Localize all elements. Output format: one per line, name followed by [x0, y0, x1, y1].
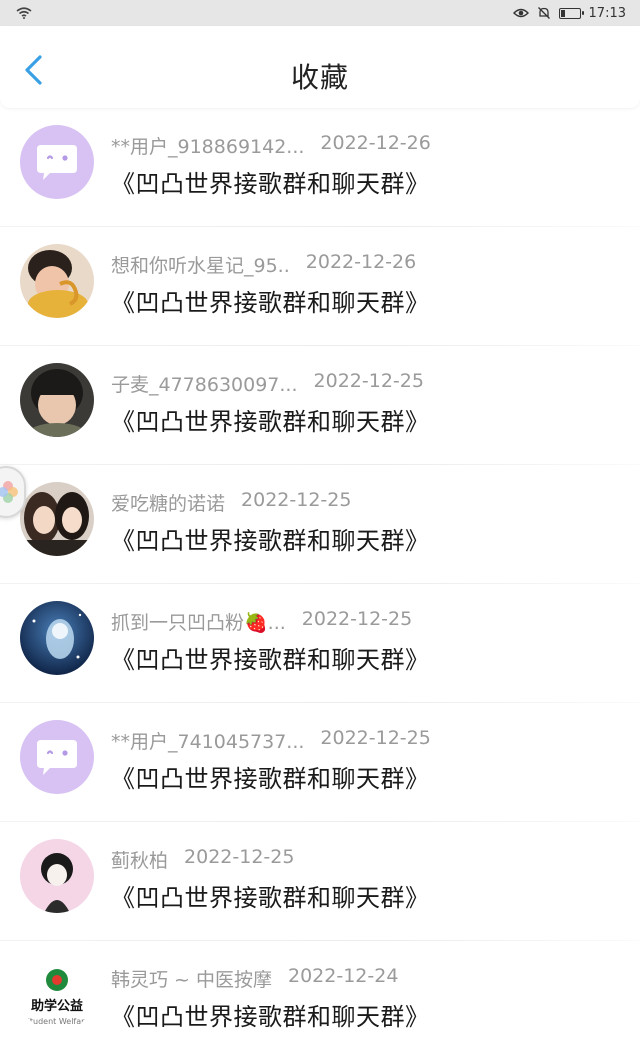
list-item[interactable]: 抓到一只凹凸粉🍓... 2022-12-25 《凹凸世界接歌群和聊天群》 [0, 584, 640, 703]
sender-name: 爱吃糖的诺诺 [111, 493, 226, 515]
list-item[interactable]: **用户_741045737... 2022-12-25 《凹凸世界接歌群和聊天… [0, 703, 640, 822]
header: 收藏 [0, 26, 640, 108]
avatar: 助学公益 Student Welfare [20, 958, 94, 1032]
sender-name: 抓到一只凹凸粉🍓... [111, 612, 286, 634]
sender-name: 韩灵巧 ~ 中医按摩 [111, 969, 272, 991]
message-text: 《凹凸世界接歌群和聊天群》 [111, 527, 430, 555]
list-item[interactable]: 助学公益 Student Welfare 韩灵巧 ~ 中医按摩 2022-12-… [0, 941, 640, 1060]
timestamp: 2022-12-26 [320, 132, 431, 154]
timestamp: 2022-12-25 [241, 489, 352, 511]
message-text: 《凹凸世界接歌群和聊天群》 [111, 646, 430, 674]
avatar [20, 839, 94, 913]
message-text: 《凹凸世界接歌群和聊天群》 [111, 408, 430, 436]
avatar [20, 601, 94, 675]
list-item[interactable]: **用户_918869142... 2022-12-26 《凹凸世界接歌群和聊天… [0, 108, 640, 227]
timestamp: 2022-12-25 [184, 846, 295, 868]
message-text: 《凹凸世界接歌群和聊天群》 [111, 170, 430, 198]
message-text: 《凹凸世界接歌群和聊天群》 [111, 289, 430, 317]
floating-assistant-button[interactable] [0, 466, 26, 518]
list-item[interactable]: 想和你听水星记_95.. 2022-12-26 《凹凸世界接歌群和聊天群》 [0, 227, 640, 346]
logo-text: 助学公益 [31, 998, 83, 1014]
muted-bell-icon [537, 7, 550, 19]
status-bar: 17:13 [0, 0, 640, 26]
avatar [20, 363, 94, 437]
timestamp: 2022-12-26 [305, 251, 417, 273]
timestamp: 2022-12-24 [288, 965, 399, 987]
battery-icon [558, 7, 584, 19]
sender-name: 想和你听水星记_95.. [111, 255, 290, 277]
wifi-icon [16, 7, 32, 19]
sender-name: 蓟秋柏 [111, 850, 169, 872]
page-title: 收藏 [290, 61, 349, 94]
list-item[interactable]: 爱吃糖的诺诺 2022-12-25 《凹凸世界接歌群和聊天群》 [0, 465, 640, 584]
timestamp: 2022-12-25 [313, 370, 424, 392]
avatar [20, 482, 94, 556]
chat-bubble-icon [37, 145, 77, 180]
timestamp: 2022-12-25 [320, 727, 431, 749]
sender-name: 子麦_4778630097... [111, 374, 298, 396]
list-item[interactable]: 子麦_4778630097... 2022-12-25 《凹凸世界接歌群和聊天群… [0, 346, 640, 465]
message-text: 《凹凸世界接歌群和聊天群》 [111, 884, 430, 912]
chat-bubble-icon [37, 740, 77, 775]
message-text: 《凹凸世界接歌群和聊天群》 [111, 1003, 430, 1031]
eye-icon [512, 8, 529, 18]
sender-name: **用户_741045737... [111, 731, 305, 753]
timestamp: 2022-12-25 [301, 608, 413, 630]
flower-icon [0, 481, 18, 503]
message-text: 《凹凸世界接歌群和聊天群》 [111, 765, 430, 793]
avatar [20, 244, 94, 318]
sender-name: **用户_918869142... [111, 136, 305, 158]
status-time: 17:13 [588, 5, 626, 21]
logo-subtext: Student Welfare [25, 1017, 89, 1026]
default-avatar [20, 720, 94, 794]
list-item[interactable]: 蓟秋柏 2022-12-25 《凹凸世界接歌群和聊天群》 [0, 822, 640, 941]
favorites-list: **用户_918869142... 2022-12-26 《凹凸世界接歌群和聊天… [0, 108, 640, 1060]
default-avatar [20, 125, 94, 199]
